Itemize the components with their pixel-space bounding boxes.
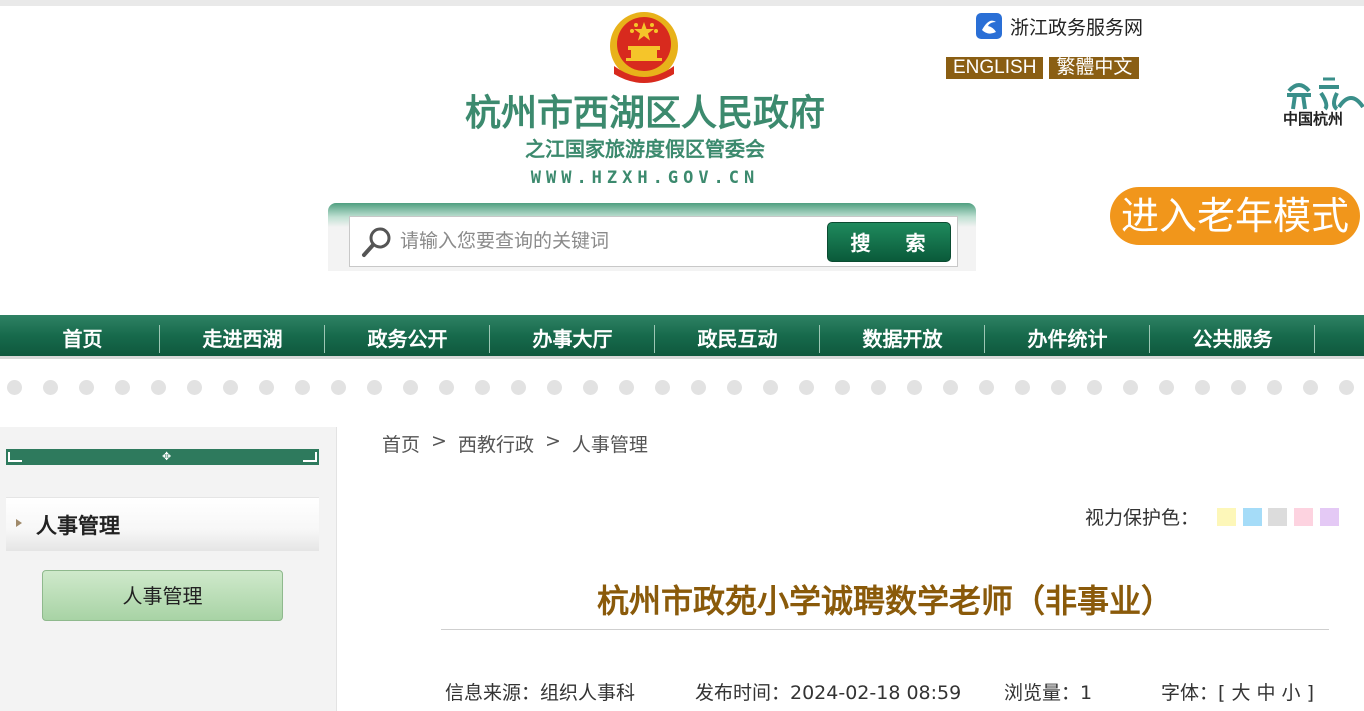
dot-ornament (1087, 380, 1102, 395)
elder-mode-button[interactable]: 进入老年模式 (1110, 187, 1360, 245)
dot-ornament (1195, 380, 1210, 395)
dot-ornament (763, 380, 778, 395)
article-published: 发布时间：2024-02-18 08:59 (695, 682, 962, 704)
site-url: WWW.HZXH.GOV.CN (530, 168, 760, 188)
site-subtitle: 之江国家旅游度假区管委会 (525, 137, 765, 161)
dot-ornament (331, 380, 346, 395)
nav-home[interactable]: 首页 (0, 315, 165, 359)
swatch-pink[interactable] (1294, 508, 1313, 526)
vision-protection-label: 视力保护色： (1085, 507, 1200, 529)
dot-ornament (187, 380, 202, 395)
ornament-right-icon (303, 452, 317, 462)
dot-ornament (439, 380, 454, 395)
top-border (0, 0, 1364, 6)
sidebar-item-personnel[interactable]: 人事管理 (42, 570, 283, 621)
search-input[interactable] (400, 224, 820, 258)
dot-ornament (79, 380, 94, 395)
nav-public-service[interactable]: 公共服务 (1150, 315, 1315, 359)
dot-ornament (1303, 380, 1318, 395)
site-name: 杭州市西湖区人民政府 (464, 93, 825, 134)
main-nav: 首页 走进西湖 政务公开 办事大厅 政民互动 数据开放 办件统计 公共服务 (0, 315, 1364, 359)
dot-ornament (259, 380, 274, 395)
swatch-purple[interactable] (1320, 508, 1339, 526)
english-button[interactable]: ENGLISH (946, 57, 1044, 79)
dot-ornament (727, 380, 742, 395)
hangzhou-logo-text: 中国杭州 (1283, 110, 1344, 128)
swatch-gray[interactable] (1268, 508, 1287, 526)
ornament-left-icon (8, 452, 22, 462)
traditional-chinese-button[interactable]: 繁體中文 (1049, 57, 1140, 79)
dot-ornament (295, 380, 310, 395)
search-button[interactable]: 搜 索 (827, 222, 951, 262)
nav-statistics[interactable]: 办件统计 (985, 315, 1150, 359)
sidebar-heading-label: 人事管理 (36, 514, 120, 538)
dot-ornament (7, 380, 22, 395)
zhejiang-service-icon (976, 13, 1002, 39)
ornament-center-icon: ✥ (162, 450, 172, 463)
dot-ornament (1123, 380, 1138, 395)
dot-ornament (223, 380, 238, 395)
nav-about-xihu[interactable]: 走进西湖 (160, 315, 325, 359)
dot-ornament (619, 380, 634, 395)
breadcrumb-separator: > (431, 430, 447, 452)
national-emblem-icon (610, 12, 678, 83)
title-divider (441, 629, 1329, 630)
dot-ornament (1339, 380, 1354, 395)
sidebar (0, 427, 337, 711)
swatch-blue[interactable] (1243, 508, 1262, 526)
article-source: 信息来源：组织人事科 (445, 682, 636, 704)
dot-ornament (151, 380, 166, 395)
dot-ornament (583, 380, 598, 395)
breadcrumb-admin[interactable]: 西教行政 (458, 430, 534, 457)
dot-divider (0, 380, 1364, 400)
dot-ornament (1231, 380, 1246, 395)
breadcrumb: 首页 > 西教行政 > 人事管理 (382, 430, 659, 457)
dot-ornament (1015, 380, 1030, 395)
nav-government-affairs[interactable]: 政务公开 (325, 315, 490, 359)
dot-ornament (403, 380, 418, 395)
search-icon (362, 227, 391, 257)
dot-ornament (799, 380, 814, 395)
dot-ornament (475, 380, 490, 395)
dot-ornament (1159, 380, 1174, 395)
dot-ornament (943, 380, 958, 395)
page: 杭州市西湖区人民政府 之江国家旅游度假区管委会 WWW.HZXH.GOV.CN … (0, 0, 1364, 711)
dot-ornament (1267, 380, 1282, 395)
breadcrumb-home[interactable]: 首页 (382, 430, 420, 457)
zhejiang-link-label: 浙江政务服务网 (1010, 16, 1144, 39)
dot-ornament (655, 380, 670, 395)
dot-ornament (1051, 380, 1066, 395)
dot-ornament (835, 380, 850, 395)
zhejiang-gov-link[interactable]: 浙江政务服务网 (976, 12, 1143, 40)
nav-interaction[interactable]: 政民互动 (655, 315, 820, 359)
dot-ornament (43, 380, 58, 395)
breadcrumb-current[interactable]: 人事管理 (572, 430, 648, 457)
language-switcher: ENGLISH 繁體中文 (946, 57, 1140, 79)
dot-ornament (511, 380, 526, 395)
nav-open-data[interactable]: 数据开放 (820, 315, 985, 359)
nav-separator (1314, 325, 1315, 353)
font-size-controls[interactable]: 字体：[ 大 中 小 ] (1161, 678, 1314, 705)
dot-ornament (691, 380, 706, 395)
article-title: 杭州市政苑小学诚聘数学老师（非事业） (596, 582, 1173, 620)
dot-ornament (547, 380, 562, 395)
article-views: 浏览量：1 (1004, 682, 1093, 704)
dot-ornament (367, 380, 382, 395)
arrow-right-icon (16, 519, 22, 527)
dot-ornament (871, 380, 886, 395)
nav-service-hall[interactable]: 办事大厅 (490, 315, 655, 359)
dot-ornament (115, 380, 130, 395)
dot-ornament (907, 380, 922, 395)
dot-ornament (979, 380, 994, 395)
swatch-yellow[interactable] (1217, 508, 1236, 526)
breadcrumb-separator: > (544, 430, 561, 452)
